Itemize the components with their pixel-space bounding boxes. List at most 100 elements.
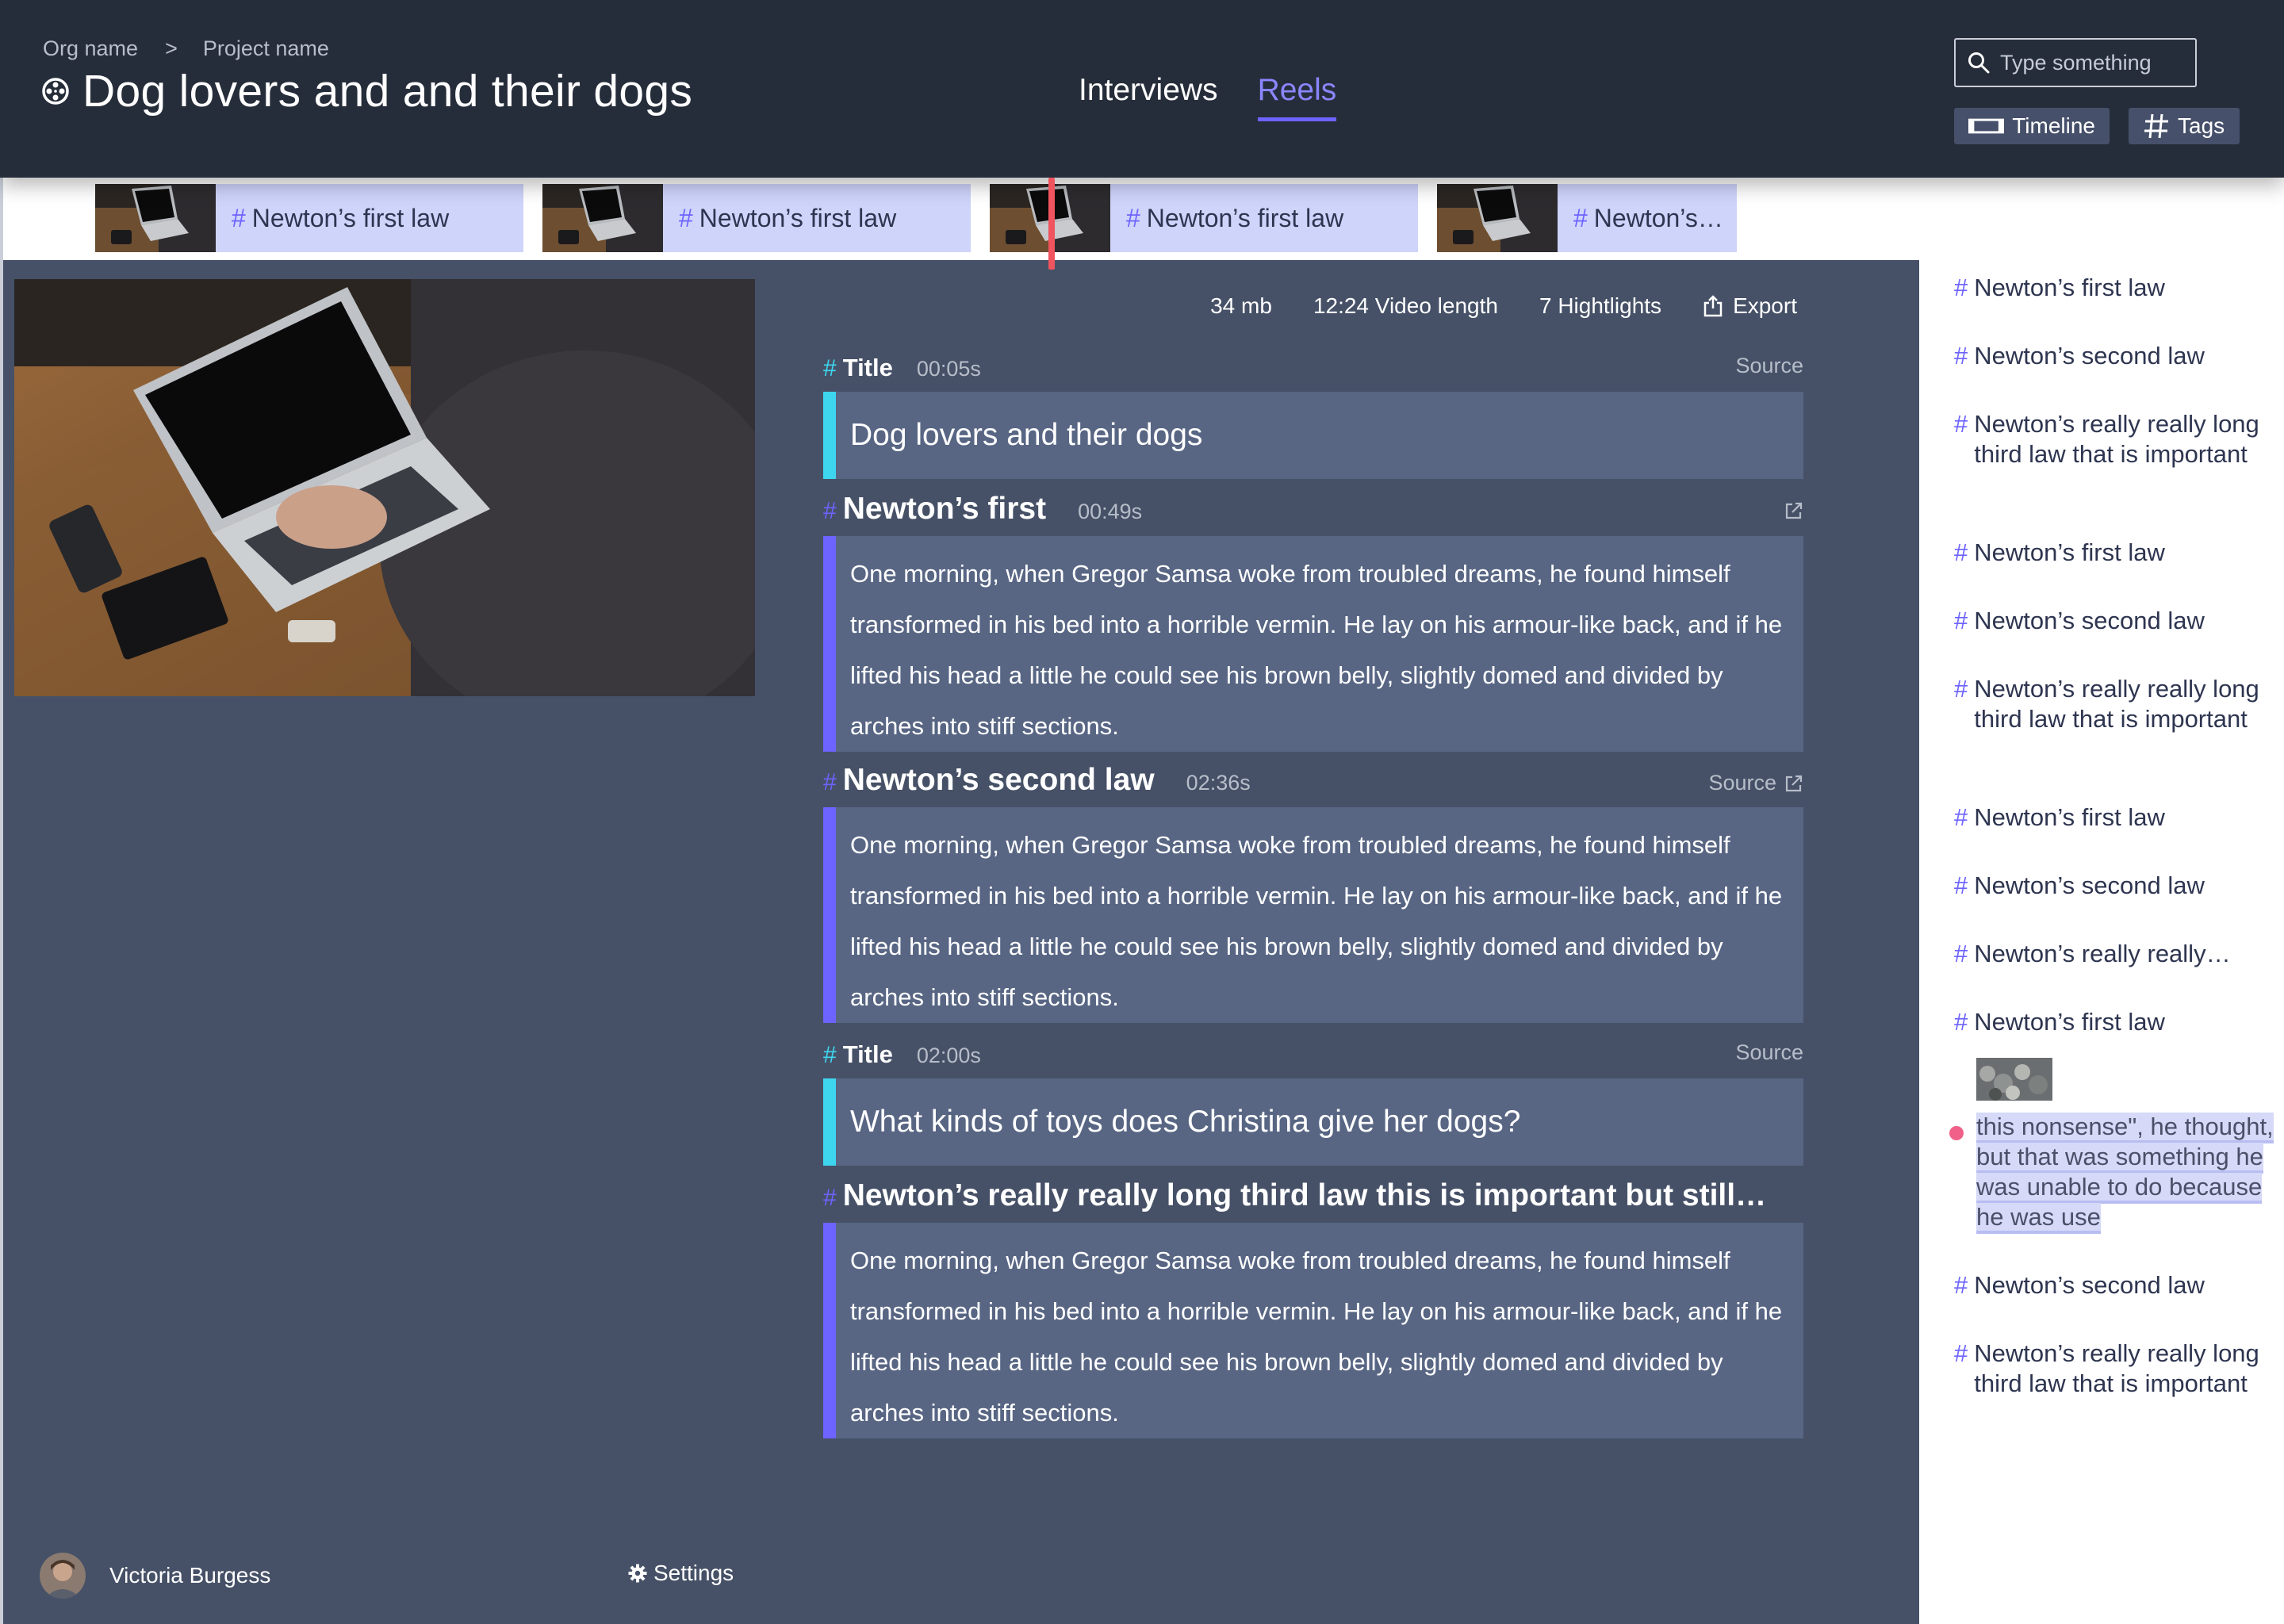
- page-title: Dog lovers and and their dogs: [82, 66, 693, 117]
- gear-icon: [628, 1564, 647, 1583]
- title-row: Dog lovers and and their dogs: [41, 65, 692, 117]
- avatar: [40, 1553, 86, 1599]
- tag-label: Newton’s first law: [1974, 803, 2165, 831]
- section-time: 00:05s: [916, 357, 981, 381]
- export-icon: [1703, 295, 1723, 317]
- source-label: Source: [1735, 354, 1803, 377]
- highlight-marker: [1949, 1126, 1964, 1140]
- clip-label: # Newton’s first law: [679, 204, 896, 233]
- clip-thumbnail: [95, 184, 216, 252]
- export-button[interactable]: Export: [1703, 293, 1797, 319]
- source-link[interactable]: Source: [1735, 354, 1803, 378]
- breadcrumb: Org name > Project name: [43, 36, 329, 61]
- sidebar-tag[interactable]: # Newton’s really really…: [1954, 939, 2271, 969]
- tag-hash: #: [1954, 410, 1968, 438]
- clip-hash: #: [1573, 203, 1588, 232]
- clip-label: # Newton’s first law: [232, 204, 449, 233]
- highlight-thumbnail[interactable]: [1976, 1058, 2052, 1101]
- source-link[interactable]: Source: [1708, 771, 1803, 795]
- tab-reels[interactable]: Reels: [1257, 73, 1337, 121]
- tags-sidebar: # Newton’s first law # Newton’s second law…: [1919, 260, 2284, 1624]
- section-time: 02:36s: [1186, 771, 1251, 795]
- file-size: 34 mb: [1210, 293, 1272, 318]
- reel-clip[interactable]: # Newton’s…: [1437, 184, 1737, 252]
- tag-hash: #: [1954, 871, 1968, 899]
- highlight-selection[interactable]: this nonsense", he thought, but that was…: [1976, 1112, 2282, 1232]
- clip-label-text: Newton’s…: [1593, 203, 1723, 232]
- highlight-card[interactable]: One morning, when Gregor Samsa woke from…: [823, 536, 1803, 752]
- sidebar-tag[interactable]: # Newton’s second law: [1954, 871, 2271, 901]
- video-length: 12:24 Video length: [1313, 293, 1498, 318]
- timeline-playhead[interactable]: [1048, 178, 1055, 270]
- title-text: Dog lovers and their dogs: [850, 418, 1203, 452]
- title-card[interactable]: Dog lovers and their dogs: [823, 392, 1803, 479]
- search-input[interactable]: [1998, 49, 2192, 76]
- sidebar-tag[interactable]: # Newton’s first law: [1954, 802, 2271, 833]
- section-heading: Newton’s second law: [842, 763, 1155, 797]
- section-hash: #: [823, 355, 837, 381]
- section-heading: Newton’s first: [842, 492, 1047, 526]
- settings-button[interactable]: Settings: [628, 1561, 734, 1586]
- sidebar-tag[interactable]: # Newton’s second law: [1954, 606, 2271, 636]
- tag-label: Newton’s really really long third law th…: [1974, 410, 2259, 468]
- breadcrumb-project[interactable]: Project name: [203, 36, 329, 61]
- sidebar-tag[interactable]: # Newton’s second law: [1954, 341, 2271, 371]
- search-box[interactable]: [1954, 38, 2197, 87]
- main-nav: Interviews Reels: [1079, 73, 1337, 121]
- reel-clip[interactable]: # Newton’s first law: [95, 184, 523, 252]
- timeline-label: Timeline: [2012, 113, 2095, 138]
- reel-clip[interactable]: # Newton’s first law: [542, 184, 971, 252]
- user-profile[interactable]: Victoria Burgess: [40, 1553, 270, 1599]
- section-heading: Title: [842, 1040, 893, 1068]
- video-player[interactable]: [14, 279, 755, 696]
- sidebar-tag[interactable]: # Newton’s first law: [1954, 273, 2271, 303]
- title-card[interactable]: What kinds of toys does Christina give h…: [823, 1078, 1803, 1166]
- title-text: What kinds of toys does Christina give h…: [850, 1105, 1521, 1139]
- user-name: Victoria Burgess: [109, 1563, 271, 1588]
- highlight-card[interactable]: One morning, when Gregor Samsa woke from…: [823, 1223, 1803, 1438]
- tag-label: Newton’s first law: [1974, 274, 2165, 301]
- highlight-text: One morning, when Gregor Samsa woke from…: [850, 560, 1783, 740]
- reel-clip-strip: # Newton’s first law # Newton’s first law …: [0, 178, 1919, 260]
- highlights-count: 7 Hightlights: [1539, 293, 1662, 318]
- sidebar-tag[interactable]: # Newton’s first law: [1954, 538, 2271, 568]
- tag-hash: #: [1954, 342, 1968, 370]
- tags-button[interactable]: Tags: [2129, 108, 2240, 144]
- source-label: Source: [1735, 1040, 1803, 1064]
- reel-stats: 34 mb 12:24 Video length 7 Hightlights E…: [1210, 293, 1797, 319]
- sidebar-tag[interactable]: # Newton’s second law: [1954, 1270, 2271, 1300]
- highlight-card[interactable]: One morning, when Gregor Samsa woke from…: [823, 807, 1803, 1023]
- tag-label: Newton’s first law: [1974, 538, 2165, 566]
- source-link[interactable]: Source: [1735, 1040, 1803, 1065]
- tag-hash: #: [1954, 940, 1968, 967]
- tag-label: Newton’s second law: [1974, 1271, 2205, 1299]
- section-header: # Newton’s first 00:49s: [823, 492, 1803, 531]
- timeline-button[interactable]: Timeline: [1954, 108, 2110, 144]
- clip-label-text: Newton’s first law: [1146, 203, 1344, 232]
- section-time: 00:49s: [1078, 500, 1143, 523]
- source-label: Source: [1708, 771, 1776, 795]
- section-header: # Newton’s second law 02:36s Source: [823, 763, 1803, 802]
- sidebar-tag[interactable]: # Newton’s really really long third law t…: [1954, 409, 2271, 469]
- breadcrumb-org[interactable]: Org name: [43, 36, 138, 61]
- tag-hash: #: [1954, 1339, 1968, 1367]
- tag-label: Newton’s really really long third law th…: [1974, 1339, 2259, 1397]
- section-color-bar: [823, 536, 836, 752]
- sidebar-tag[interactable]: # Newton’s really really long third law t…: [1954, 1339, 2271, 1399]
- sidebar-tag[interactable]: # Newton’s first law: [1954, 1007, 2271, 1037]
- clip-hash: #: [679, 203, 693, 232]
- timeline-icon: [1968, 118, 2005, 134]
- tab-interviews[interactable]: Interviews: [1079, 73, 1218, 121]
- clip-thumbnail: [542, 184, 663, 252]
- section-hash: #: [823, 1185, 837, 1211]
- app-header: Org name > Project name Dog lovers and a…: [0, 0, 2284, 178]
- sidebar-tag[interactable]: # Newton’s really really long third law t…: [1954, 674, 2271, 734]
- tag-hash: #: [1954, 538, 1968, 566]
- section-header: # Newton’s really really long third law …: [823, 1178, 1803, 1218]
- clip-label-text: Newton’s first law: [251, 203, 450, 232]
- tag-hash: #: [1954, 1008, 1968, 1036]
- clip-hash: #: [1126, 203, 1140, 232]
- section-time: 02:00s: [916, 1044, 981, 1067]
- source-link[interactable]: [1784, 501, 1803, 520]
- tag-hash: #: [1954, 803, 1968, 831]
